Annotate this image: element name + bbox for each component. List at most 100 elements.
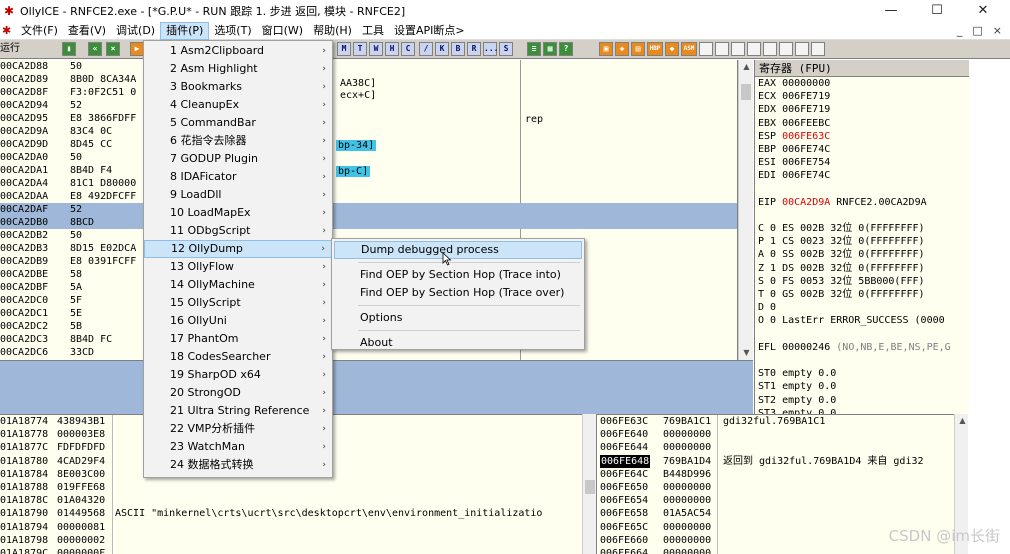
menu-help[interactable]: 帮助(H)	[308, 22, 357, 40]
plugin-menu-item[interactable]: 11 ODbgScript ›	[144, 222, 332, 240]
plugin-menu-item[interactable]: 15 OllyScript ›	[144, 294, 332, 312]
plugin-menu-item[interactable]: 21 Ultra String Reference ›	[144, 402, 332, 420]
menu-tools[interactable]: 工具	[357, 22, 389, 40]
scroll-thumb[interactable]	[741, 84, 751, 100]
plugin-menu-item[interactable]: 1 Asm2Clipboard ›	[144, 42, 332, 60]
stack-row[interactable]: 006FE650 00000000	[597, 481, 954, 494]
register-line[interactable]	[755, 209, 969, 222]
find-oep-trace-over-item[interactable]: Find OEP by Section Hop (Trace over)	[332, 284, 584, 302]
stack-row[interactable]: 006FE648 769BA1D4 返回到 gdi32ful.769BA1D4 来自…	[597, 454, 954, 468]
dump-scrollbar[interactable]	[582, 414, 596, 554]
plugin-menu-item[interactable]: 16 OllyUni ›	[144, 312, 332, 330]
stack-row[interactable]: 006FE64C B448D996	[597, 468, 954, 481]
plugin-menu-item[interactable]: 7 GODUP Plugin ›	[144, 150, 332, 168]
tb-run-trace-button[interactable]: ...	[483, 42, 498, 56]
tool-icon-1[interactable]: ▣	[599, 42, 613, 56]
disassembly-scrollbar[interactable]: ▲ ▼	[738, 60, 753, 360]
stack-row[interactable]: 006FE658 01A5AC54	[597, 507, 954, 520]
stack-row[interactable]: 006FE644 00000000	[597, 441, 954, 454]
options-item[interactable]: Options	[332, 309, 584, 327]
plugin-menu-item[interactable]: 10 LoadMapEx ›	[144, 204, 332, 222]
menu-debug[interactable]: 调试(D)	[111, 22, 160, 40]
plugin-menu-item[interactable]: 22 VMP分析插件 ›	[144, 420, 332, 438]
menu-options[interactable]: 选项(T)	[209, 22, 256, 40]
blank-button-5[interactable]	[763, 42, 777, 56]
plugin-menu-item[interactable]: 5 CommandBar ›	[144, 114, 332, 132]
mdi-close-button[interactable]: ×	[993, 22, 1002, 40]
register-line[interactable]: ST1 empty 0.0	[755, 380, 969, 393]
hbp-button[interactable]: HBP	[647, 42, 663, 56]
register-line[interactable]	[755, 183, 969, 196]
scroll-thumb[interactable]	[585, 480, 595, 494]
tb-references-button[interactable]: R	[467, 42, 481, 56]
tb-handles-button[interactable]: H	[385, 42, 399, 56]
help-icon[interactable]: ?	[559, 42, 573, 56]
register-line[interactable]: C 0 ES 002B 32位 0(FFFFFFFF)	[755, 222, 969, 235]
disasm-row[interactable]: 00CA2DA0 50	[0, 151, 737, 164]
list-icon[interactable]: ≡	[527, 42, 541, 56]
blank-button-2[interactable]	[715, 42, 729, 56]
stack-row[interactable]: 006FE654 00000000	[597, 494, 954, 507]
register-line[interactable]: EDX 006FE719	[755, 103, 969, 116]
plugin-menu-item[interactable]: 23 WatchMan ›	[144, 438, 332, 456]
blank-button-8[interactable]	[811, 42, 825, 56]
plugin-menu-item[interactable]: 18 CodesSearcher ›	[144, 348, 332, 366]
plugin-menu-item[interactable]: 3 Bookmarks ›	[144, 78, 332, 96]
disasm-row[interactable]: 00CA2D9A 83C4 0C	[0, 125, 737, 138]
register-line[interactable]: ESP 006FE63C	[755, 130, 969, 143]
disasm-row[interactable]: 00CA2DAF 52	[0, 203, 737, 216]
tool-icon-4[interactable]: ◆	[665, 42, 679, 56]
plugin-menu-item[interactable]: 13 OllyFlow ›	[144, 258, 332, 276]
plugin-menu-item[interactable]: 14 OllyMachine ›	[144, 276, 332, 294]
register-line[interactable]: ECX 006FE719	[755, 90, 969, 103]
register-line[interactable]: T 0 GS 002B 32位 0(FFFFFFFF)	[755, 288, 969, 301]
register-line[interactable]: D 0	[755, 301, 969, 314]
registers-pane[interactable]: 寄存器 (FPU) EAX 00000000 ECX 006FE719 EDX 00…	[754, 60, 969, 414]
register-line[interactable]: EBP 006FE74C	[755, 143, 969, 156]
register-line[interactable]: EIP 00CA2D9A RNFCE2.00CA2D9A	[755, 196, 969, 209]
blank-button-4[interactable]	[747, 42, 761, 56]
close-icon[interactable]: ×	[106, 42, 120, 56]
disasm-row[interactable]: 00CA2DB0 8BCD	[0, 216, 737, 229]
mdi-bug-icon[interactable]: ✱	[0, 22, 16, 40]
register-line[interactable]: EBX 006FEEBC	[755, 117, 969, 130]
asm-button[interactable]: ASM	[681, 42, 697, 56]
register-line[interactable]: A 0 SS 002B 32位 0(FFFFFFFF)	[755, 248, 969, 261]
menu-plugins[interactable]: 插件(P)	[160, 21, 210, 40]
tb-threads-button[interactable]: T	[353, 42, 367, 56]
scroll-up-icon[interactable]: ▲	[739, 60, 754, 74]
blank-button-7[interactable]	[795, 42, 809, 56]
tb-memory-button[interactable]: M	[337, 42, 351, 56]
register-line[interactable]: O 0 LastErr ERROR_SUCCESS (0000	[755, 314, 969, 327]
blank-button-1[interactable]	[699, 42, 713, 56]
mdi-restore-button[interactable]: □	[972, 22, 982, 40]
disasm-row[interactable]: 00CA2DAA E8 492DFCFF	[0, 190, 737, 203]
tb-cpu-button[interactable]: C	[401, 42, 415, 56]
plugin-menu-item[interactable]: 12 OllyDump ›	[144, 240, 332, 258]
dump-row[interactable]: 01A18798 00000002	[0, 534, 582, 547]
menu-view[interactable]: 查看(V)	[63, 22, 111, 40]
plugin-menu-item[interactable]: 6 花指令去除器 ›	[144, 132, 332, 150]
plugin-menu-item[interactable]: 20 StrongOD ›	[144, 384, 332, 402]
plugin-menu-item[interactable]: 17 PhantOm ›	[144, 330, 332, 348]
mdi-minimize-button[interactable]: _	[957, 22, 963, 40]
plugin-menu-item[interactable]: 19 SharpOD x64 ›	[144, 366, 332, 384]
stack-row[interactable]: 006FE664 00000000	[597, 547, 954, 554]
blank-button-6[interactable]	[779, 42, 793, 56]
register-line[interactable]: EAX 00000000	[755, 77, 969, 90]
tool-icon-2[interactable]: ◈	[615, 42, 629, 56]
maximize-button[interactable]: ☐	[914, 0, 960, 22]
dump-row[interactable]: 01A18790 01449568 ASCII "minkernel\crts\uc…	[0, 507, 582, 520]
plugin-menu-item[interactable]: 9 LoadDll ›	[144, 186, 332, 204]
register-line[interactable]: P 1 CS 0023 32位 0(FFFFFFFF)	[755, 235, 969, 248]
scroll-down-icon[interactable]: ▼	[739, 346, 754, 360]
plugin-menu-item[interactable]: 2 Asm Highlight ›	[144, 60, 332, 78]
about-item[interactable]: About	[332, 334, 584, 352]
register-line[interactable]: ESI 006FE754	[755, 156, 969, 169]
dump-row[interactable]: 01A18788 019FFE68	[0, 481, 582, 494]
menu-file[interactable]: 文件(F)	[16, 22, 63, 40]
tb-source-button[interactable]: S	[499, 42, 513, 56]
stack-row[interactable]: 006FE640 00000000	[597, 428, 954, 441]
dump-row[interactable]: 01A1878C 01A04320	[0, 494, 582, 507]
register-line[interactable]: ST3 empty 0.0	[755, 407, 969, 414]
